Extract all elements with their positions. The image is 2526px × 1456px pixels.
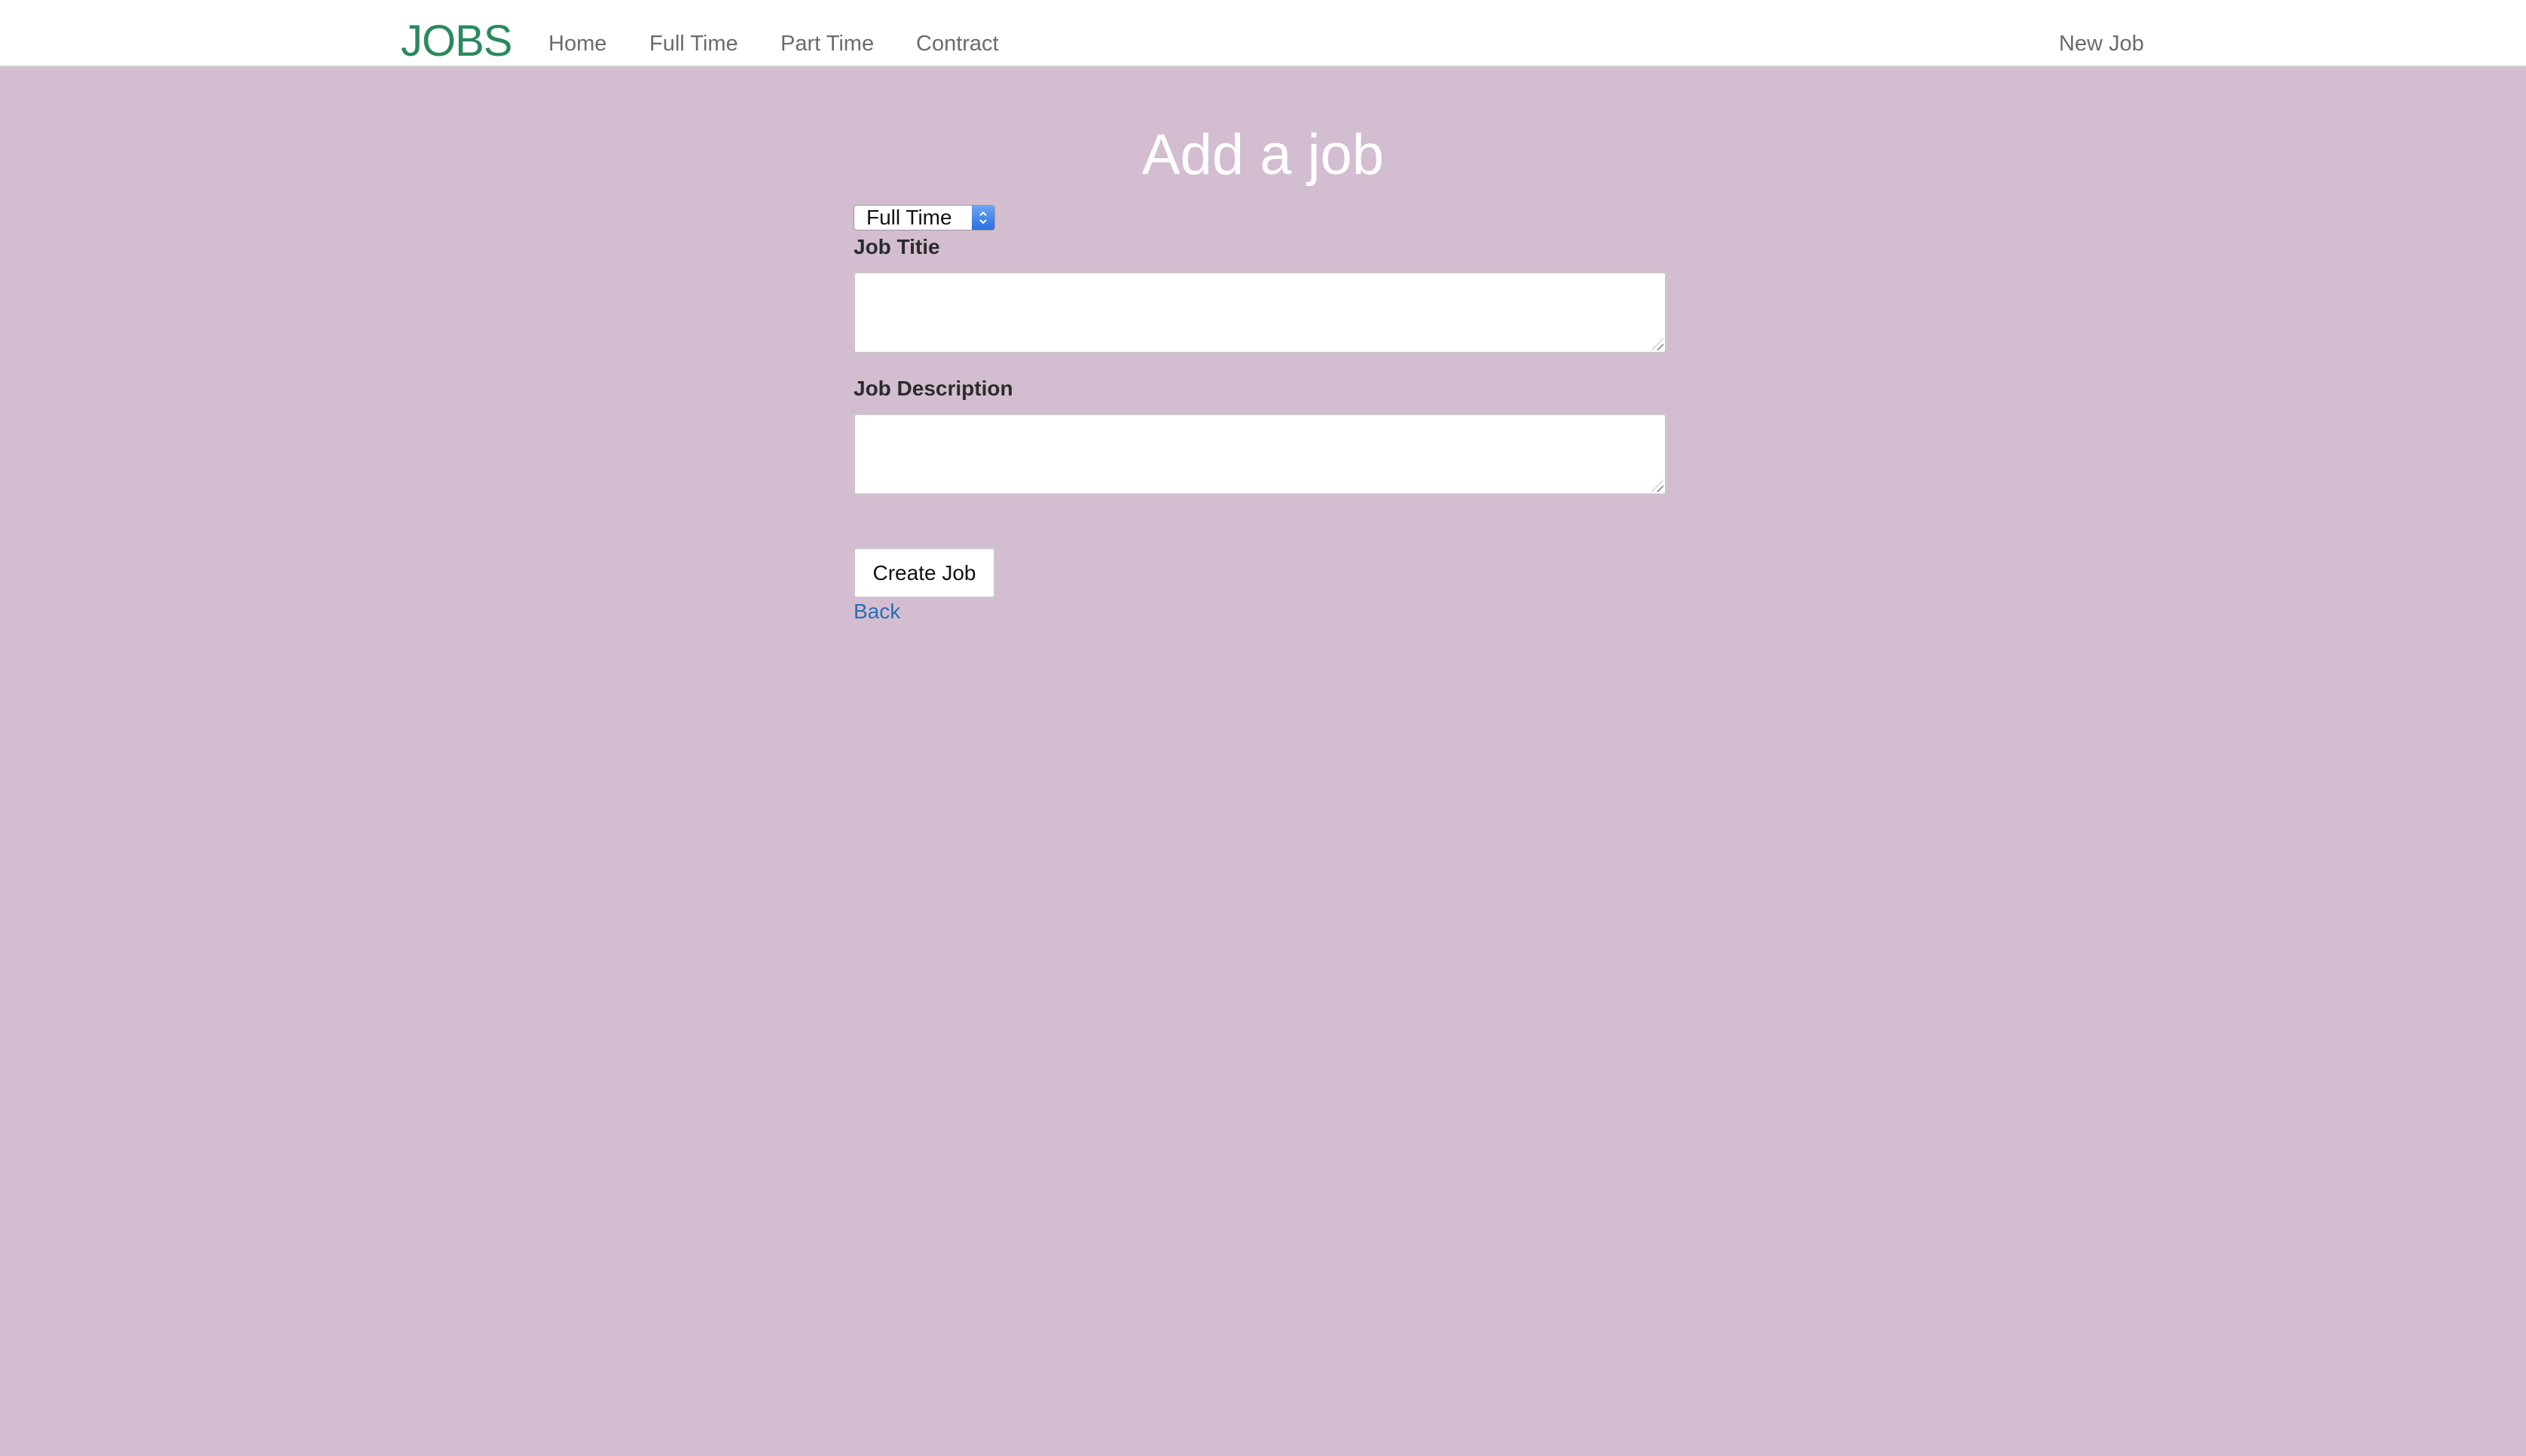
- nav-link-home[interactable]: Home: [548, 29, 606, 59]
- job-title-label: Job Titie: [854, 235, 940, 258]
- select-updown-icon: [972, 206, 994, 230]
- job-description-textarea[interactable]: [854, 414, 1666, 495]
- resize-grip-icon[interactable]: [1651, 480, 1663, 492]
- page-title: Add a job: [1141, 123, 1385, 187]
- nav-link-part-time[interactable]: Part Time: [780, 29, 874, 59]
- resize-grip-icon[interactable]: [1651, 338, 1663, 350]
- chevron-updown-icon: [979, 211, 987, 224]
- top-navbar: JOBS Home Full Time Part Time Contract N…: [0, 0, 2526, 67]
- job-type-select[interactable]: Full Time: [854, 205, 995, 230]
- nav-link-contract[interactable]: Contract: [916, 29, 999, 59]
- create-job-button[interactable]: Create Job: [854, 548, 995, 598]
- nav-link-full-time[interactable]: Full Time: [649, 29, 738, 59]
- back-link[interactable]: Back: [854, 597, 900, 627]
- job-type-select-value: Full Time: [866, 206, 952, 229]
- nav-link-new-job[interactable]: New Job: [2059, 29, 2144, 59]
- job-title-textarea[interactable]: [854, 272, 1666, 353]
- brand-logo[interactable]: JOBS: [401, 17, 512, 66]
- job-description-label: Job Description: [854, 377, 1013, 400]
